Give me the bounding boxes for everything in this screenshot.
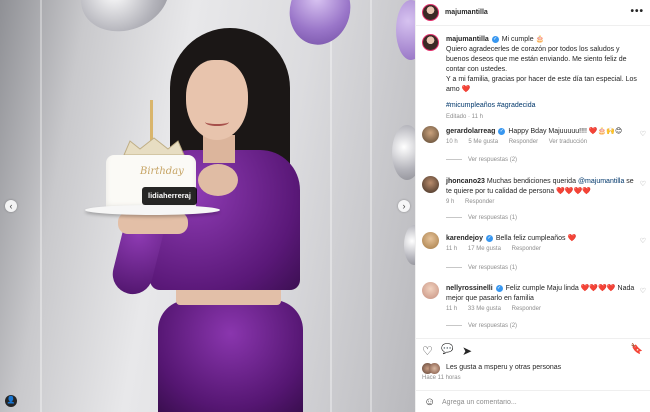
purple-skirt	[158, 300, 303, 412]
post-actions-bar: ♡ 💬 ➤ 🔖	[416, 338, 650, 360]
woman-face	[186, 60, 248, 140]
comment-avatar[interactable]	[422, 232, 439, 249]
comment-hearts: ❤️❤️❤️❤️	[580, 285, 616, 292]
add-comment-bar: ☺	[416, 390, 650, 412]
caption-edited: Editado · 11 h	[446, 114, 483, 120]
verified-badge-icon: ✓	[485, 234, 493, 242]
comment-like-heart-icon[interactable]: ♡	[640, 130, 646, 138]
verified-badge-icon: ✓	[491, 35, 499, 43]
author-username[interactable]: majumantilla	[445, 9, 488, 16]
caption-title: Mi cumple 🎂	[501, 36, 545, 43]
like-heart-icon[interactable]: ♡	[422, 344, 433, 358]
comment-text: Feliz cumple Maju linda	[505, 285, 579, 292]
comment-time: 11 h	[446, 306, 458, 312]
comment-hearts: ❤️	[567, 235, 577, 242]
comment-time: 11 h	[446, 246, 458, 252]
comment-reply-button[interactable]: Responder	[512, 306, 541, 312]
comment-translate-button[interactable]: Ver traducción	[549, 139, 587, 145]
comment-reply-button[interactable]: Responder	[512, 246, 541, 252]
comment-time: 9 h	[446, 199, 455, 205]
post-header: majumantilla •••	[416, 0, 650, 26]
view-replies-button[interactable]: Ver respuestas (1)	[446, 215, 517, 221]
user-tag-toggle-icon[interactable]: 👤	[5, 395, 17, 407]
comment-likes[interactable]: 17 Me gusta	[468, 246, 501, 252]
comment-avatar[interactable]	[422, 176, 439, 193]
post-photo[interactable]: Birthday lidiaherreraj ‹ › 👤	[0, 0, 415, 412]
purple-balloon	[281, 0, 359, 52]
comment-item: gerardolarreag ✓ Happy Bday Majuuuuu!!!!…	[446, 127, 636, 147]
bookmark-icon[interactable]: 🔖	[631, 344, 643, 355]
comment-username[interactable]: gerardolarreag	[446, 128, 495, 135]
caption-text-1: Quiero agradecerles de corazón por todos…	[446, 46, 627, 73]
comment-input[interactable]	[442, 396, 612, 408]
view-replies-button[interactable]: Ver respuestas (1)	[446, 265, 517, 271]
view-replies-button[interactable]: Ver respuestas (2)	[446, 157, 517, 163]
curtain-fold	[330, 0, 332, 412]
curtain-fold	[370, 0, 372, 412]
comment-meta: 11 h 33 Me gusta Responder	[446, 304, 636, 314]
comment-item: karendejoy ✓ Bella feliz cumpleaños ❤️ 1…	[446, 234, 636, 254]
view-replies-button[interactable]: Ver respuestas (2)	[446, 323, 517, 329]
comment-item: jhoncano23 Muchas bendiciones querida @m…	[446, 177, 636, 207]
comment-text: Bella feliz cumpleaños	[495, 235, 566, 242]
caption-text-2: Y a mi familia, gracias por hacer de est…	[446, 76, 637, 93]
photo-user-tag[interactable]: lidiaherreraj	[142, 187, 197, 205]
comment-reply-button[interactable]: Responder	[465, 199, 494, 205]
comment-avatar[interactable]	[422, 126, 439, 143]
caption-author-avatar[interactable]	[422, 34, 439, 51]
author-avatar[interactable]	[422, 4, 439, 21]
comment-time: 10 h	[446, 139, 458, 145]
silver-balloon	[392, 125, 415, 180]
comment-mention[interactable]: @majumantilla	[578, 178, 624, 185]
silver-balloon	[404, 225, 415, 265]
verified-badge-icon: ✓	[498, 127, 506, 135]
cake-plate	[85, 205, 220, 215]
verified-badge-icon: ✓	[495, 284, 503, 292]
comment-meta: 11 h 17 Me gusta Responder	[446, 244, 636, 254]
comment-text: Muchas bendiciones querida	[486, 178, 576, 185]
comment-avatar[interactable]	[422, 282, 439, 299]
comment-like-heart-icon[interactable]: ♡	[640, 237, 646, 245]
comment-username[interactable]: nellyrossinelli	[446, 285, 493, 292]
comment-username[interactable]: jhoncano23	[446, 178, 485, 185]
caption-username[interactable]: majumantilla	[446, 36, 489, 43]
purple-balloon	[396, 0, 415, 60]
comment-item: nellyrossinelli ✓ Feliz cumple Maju lind…	[446, 284, 636, 314]
comment-likes[interactable]: 5 Me gusta	[468, 139, 498, 145]
liker-avatar[interactable]	[429, 363, 440, 374]
emoji-icon[interactable]: ☺	[424, 396, 435, 408]
comment-meta: 9 h Responder	[446, 197, 636, 207]
comment-like-heart-icon[interactable]: ♡	[640, 287, 646, 295]
crown-topper-icon	[123, 137, 185, 156]
more-options-icon[interactable]: •••	[630, 6, 644, 17]
comment-hearts: ❤️❤️❤️❤️	[556, 188, 592, 195]
post-caption: majumantilla ✓ Mi cumple 🎂 Quiero agrade…	[446, 35, 641, 122]
hands	[118, 212, 188, 234]
comment-username[interactable]: karendejoy	[446, 235, 483, 242]
comment-text: Happy Bday Majuuuuu!!!! ❤️🎂🙌😊	[508, 128, 623, 135]
silver-balloon	[70, 0, 180, 44]
curtain-fold	[40, 0, 42, 412]
post-time-ago: Hace 11 horas	[422, 375, 461, 381]
previous-image-button[interactable]: ‹	[5, 200, 17, 212]
comment-like-heart-icon[interactable]: ♡	[640, 180, 646, 188]
next-image-button[interactable]: ›	[398, 200, 410, 212]
dress-cutout	[198, 164, 238, 196]
comment-reply-button[interactable]: Responder	[509, 139, 538, 145]
share-icon[interactable]: ➤	[462, 344, 472, 358]
likes-summary[interactable]: Les gusta a msperu y otras personas	[446, 364, 561, 371]
post-side-panel: majumantilla ••• majumantilla ✓ Mi cumpl…	[415, 0, 650, 412]
caption-hashtags[interactable]: #micumpleaños #agradecida	[446, 101, 641, 111]
cake-lettering: Birthday	[140, 166, 184, 177]
smile	[205, 118, 229, 126]
comment-likes[interactable]: 33 Me gusta	[468, 306, 501, 312]
comment-icon[interactable]: 💬	[441, 344, 453, 355]
comment-meta: 10 h 5 Me gusta Responder Ver traducción	[446, 137, 636, 147]
